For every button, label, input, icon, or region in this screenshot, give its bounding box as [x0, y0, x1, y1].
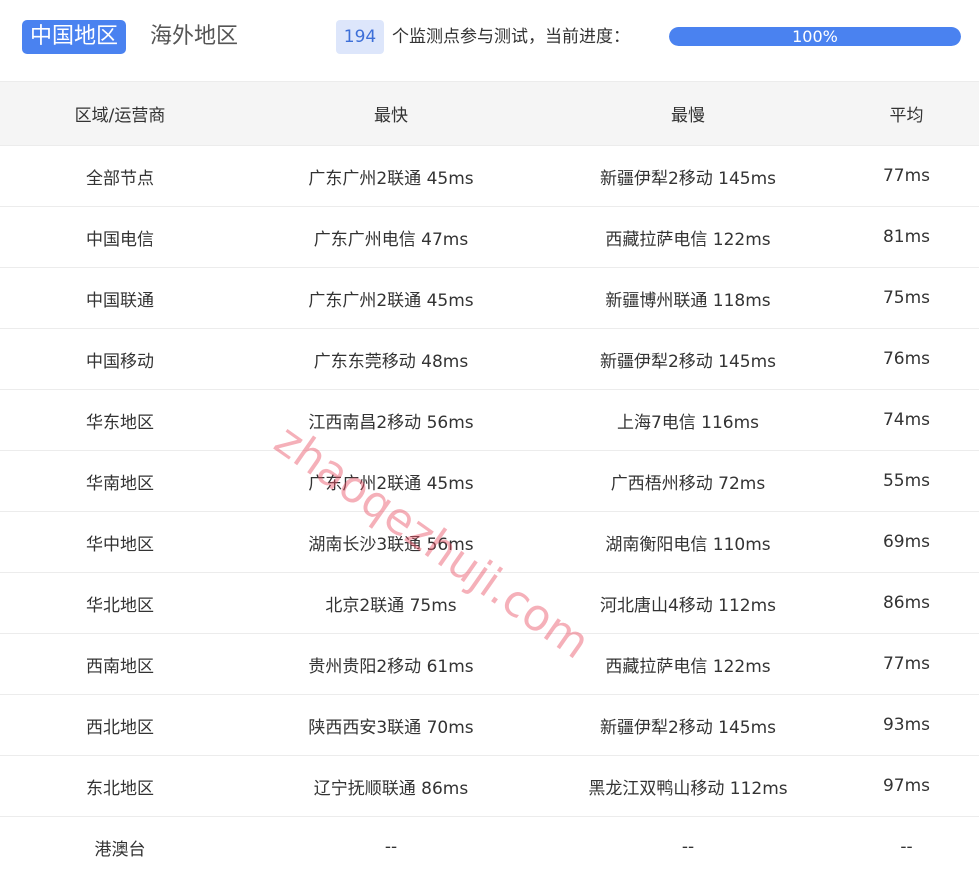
cell-fastest: 广东广州2联通 45ms [240, 450, 542, 512]
cell-region: 华北地区 [0, 572, 240, 634]
cell-slowest: 广西梧州移动 72ms [542, 450, 834, 512]
cell-region: 东北地区 [0, 755, 240, 817]
cell-slowest: 新疆伊犁2移动 145ms [542, 694, 834, 756]
table-row: 中国电信 广东广州电信 47ms 西藏拉萨电信 122ms 81ms [0, 206, 979, 268]
cell-region: 华南地区 [0, 450, 240, 512]
header-slowest: 最慢 [542, 81, 834, 146]
table-row: 华南地区 广东广州2联通 45ms 广西梧州移动 72ms 55ms [0, 450, 979, 512]
cell-region: 港澳台 [94, 839, 146, 860]
cell-fastest: 江西南昌2移动 56ms [240, 389, 542, 451]
table-row: 港澳台 -- -- -- [0, 817, 979, 878]
cell-fastest: 广东东莞移动 48ms [240, 328, 542, 390]
cell-fastest: 广东广州2联通 45ms [240, 267, 542, 329]
cell-fastest: -- [384, 837, 398, 858]
header-fastest: 最快 [240, 81, 542, 146]
cell-region: 中国联通 [0, 267, 240, 329]
cell-average: 74ms [834, 389, 979, 451]
cell-slowest: 新疆博州联通 118ms [542, 267, 834, 329]
table-row: 全部节点 广东广州2联通 45ms 新疆伊犁2移动 145ms 77ms [0, 145, 979, 207]
cell-fastest: 陕西西安3联通 70ms [240, 694, 542, 756]
table-row: 东北地区 辽宁抚顺联通 86ms 黑龙江双鸭山移动 112ms 97ms [0, 755, 979, 817]
cell-average: 76ms [834, 328, 979, 390]
cell-average: 93ms [834, 694, 979, 756]
cell-fastest: 湖南长沙3联通 56ms [240, 511, 542, 573]
cell-average: 77ms [834, 633, 979, 695]
cell-region: 中国移动 [0, 328, 240, 390]
results-table: 区域/运营商 最快 最慢 平均 全部节点 广东广州2联通 45ms 新疆伊犁2移动 … [0, 81, 979, 878]
node-count-badge: 194 [336, 20, 384, 54]
cell-slowest: 新疆伊犁2移动 145ms [542, 145, 834, 207]
cell-average: -- [900, 837, 913, 858]
cell-average: 97ms [834, 755, 979, 817]
cell-slowest: -- [681, 837, 695, 858]
cell-region: 西南地区 [0, 633, 240, 695]
cell-average: 55ms [834, 450, 979, 512]
progress-bar: 100% [669, 27, 961, 46]
progress-label: 100% [792, 27, 838, 46]
table-row: 中国联通 广东广州2联通 45ms 新疆博州联通 118ms 75ms [0, 267, 979, 329]
table-row: 华东地区 江西南昌2移动 56ms 上海7电信 116ms 74ms [0, 389, 979, 451]
header-region: 区域/运营商 [0, 81, 240, 146]
cell-fastest: 广东广州电信 47ms [240, 206, 542, 268]
cell-fastest: 辽宁抚顺联通 86ms [240, 755, 542, 817]
tab-overseas-region[interactable]: 海外地区 [142, 20, 246, 54]
cell-region: 中国电信 [0, 206, 240, 268]
table-row: 华中地区 湖南长沙3联通 56ms 湖南衡阳电信 110ms 69ms [0, 511, 979, 573]
cell-slowest: 湖南衡阳电信 110ms [542, 511, 834, 573]
cell-slowest: 上海7电信 116ms [542, 389, 834, 451]
table-row: 华北地区 北京2联通 75ms 河北唐山4移动 112ms 86ms [0, 572, 979, 634]
cell-fastest: 广东广州2联通 45ms [240, 145, 542, 207]
table-row: 西北地区 陕西西安3联通 70ms 新疆伊犁2移动 145ms 93ms [0, 694, 979, 756]
tab-china-region[interactable]: 中国地区 [22, 20, 127, 54]
cell-average: 81ms [834, 206, 979, 268]
cell-region: 全部节点 [0, 145, 240, 207]
cell-slowest: 黑龙江双鸭山移动 112ms [542, 755, 834, 817]
progress-status-text: 个监测点参与测试，当前进度： [392, 27, 630, 47]
cell-average: 86ms [834, 572, 979, 634]
table-header-row: 区域/运营商 最快 最慢 平均 [0, 81, 979, 146]
cell-region: 西北地区 [0, 694, 240, 756]
cell-fastest: 北京2联通 75ms [240, 572, 542, 634]
cell-slowest: 西藏拉萨电信 122ms [542, 206, 834, 268]
header-average: 平均 [834, 81, 979, 146]
cell-average: 69ms [834, 511, 979, 573]
cell-region: 华中地区 [0, 511, 240, 573]
cell-average: 75ms [834, 267, 979, 329]
table-row: 西南地区 贵州贵阳2移动 61ms 西藏拉萨电信 122ms 77ms [0, 633, 979, 695]
cell-slowest: 新疆伊犁2移动 145ms [542, 328, 834, 390]
cell-slowest: 西藏拉萨电信 122ms [542, 633, 834, 695]
cell-region: 华东地区 [0, 389, 240, 451]
cell-slowest: 河北唐山4移动 112ms [542, 572, 834, 634]
cell-fastest: 贵州贵阳2移动 61ms [240, 633, 542, 695]
table-row: 中国移动 广东东莞移动 48ms 新疆伊犁2移动 145ms 76ms [0, 328, 979, 390]
top-bar: 中国地区 海外地区 194 个监测点参与测试，当前进度： 100% [0, 0, 979, 80]
cell-average: 77ms [834, 145, 979, 207]
